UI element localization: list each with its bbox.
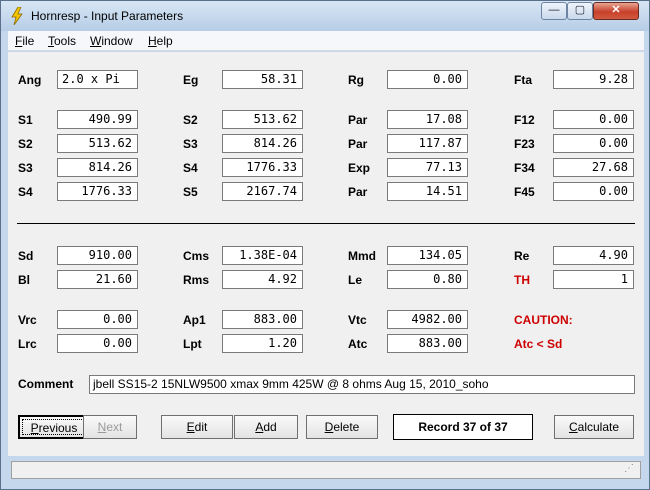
label-par1: Par	[348, 113, 368, 127]
input-parameters-panel: Ang 2.0 x Pi Eg 58.31 Rg 0.00 Fta 9.28 S…	[8, 52, 644, 479]
label-s3-seg3: S3	[18, 161, 33, 175]
label-s3: S3	[183, 137, 198, 151]
label-lpt: Lpt	[183, 337, 202, 351]
label-f34: F34	[514, 161, 535, 175]
edit-button[interactable]: Edit	[161, 415, 233, 439]
field-par1[interactable]: 17.08	[387, 110, 468, 129]
label-fta: Fta	[514, 73, 532, 87]
field-s2-seg2[interactable]: 513.62	[57, 134, 138, 153]
status-bar: ⋰	[11, 461, 641, 479]
app-window: Hornresp - Input Parameters — ▢ ✕ File T…	[0, 0, 650, 490]
label-ang: Ang	[18, 73, 42, 87]
delete-button[interactable]: Delete	[306, 415, 378, 439]
label-bl: Bl	[18, 273, 30, 287]
label-th: TH	[514, 273, 530, 287]
label-comment: Comment	[18, 377, 74, 391]
field-th[interactable]: 1	[553, 270, 634, 289]
label-f45: F45	[514, 185, 535, 199]
label-s1: S1	[18, 113, 33, 127]
label-ap1: Ap1	[183, 313, 206, 327]
field-par3[interactable]: 14.51	[387, 182, 468, 201]
label-rg: Rg	[348, 73, 364, 87]
field-bl[interactable]: 21.60	[57, 270, 138, 289]
field-f34[interactable]: 27.68	[553, 158, 634, 177]
label-exp: Exp	[348, 161, 371, 175]
menu-bar: File Tools Window Help	[8, 31, 644, 51]
field-s5[interactable]: 2167.74	[222, 182, 303, 201]
label-s2-seg2: S2	[18, 137, 33, 151]
label-atc: Atc	[348, 337, 368, 351]
field-f12[interactable]: 0.00	[553, 110, 634, 129]
label-s4: S4	[183, 161, 198, 175]
field-fta[interactable]: 9.28	[553, 70, 634, 89]
field-s2[interactable]: 513.62	[222, 110, 303, 129]
comment-field[interactable]: jbell SS15-2 15NLW9500 xmax 9mm 425W @ 8…	[89, 375, 635, 394]
window-title: Hornresp - Input Parameters	[31, 9, 184, 23]
field-lpt[interactable]: 1.20	[222, 334, 303, 353]
caution-message: Atc < Sd	[514, 337, 563, 351]
label-mmd: Mmd	[348, 249, 376, 263]
maximize-button[interactable]: ▢	[567, 2, 593, 20]
resize-grip-icon[interactable]: ⋰	[624, 463, 634, 474]
calculate-button[interactable]: Calculate	[554, 415, 634, 439]
minimize-button[interactable]: —	[541, 2, 567, 20]
field-mmd[interactable]: 134.05	[387, 246, 468, 265]
field-f45[interactable]: 0.00	[553, 182, 634, 201]
field-rms[interactable]: 4.92	[222, 270, 303, 289]
field-eg[interactable]: 58.31	[222, 70, 303, 89]
field-ap1[interactable]: 883.00	[222, 310, 303, 329]
label-vrc: Vrc	[18, 313, 37, 327]
field-s3-seg3[interactable]: 814.26	[57, 158, 138, 177]
record-indicator: Record 37 of 37	[393, 414, 533, 440]
label-f12: F12	[514, 113, 535, 127]
previous-button[interactable]: Previous	[18, 415, 90, 439]
field-ang[interactable]: 2.0 x Pi	[57, 70, 138, 89]
menu-help[interactable]: Help	[148, 34, 173, 48]
field-f23[interactable]: 0.00	[553, 134, 634, 153]
field-sd[interactable]: 910.00	[57, 246, 138, 265]
field-lrc[interactable]: 0.00	[57, 334, 138, 353]
label-par3: Par	[348, 185, 368, 199]
next-button[interactable]: Next	[83, 415, 137, 439]
label-re: Re	[514, 249, 530, 263]
section-divider	[17, 223, 635, 224]
menu-tools[interactable]: Tools	[48, 34, 76, 48]
field-exp[interactable]: 77.13	[387, 158, 468, 177]
field-s4-seg4[interactable]: 1776.33	[57, 182, 138, 201]
label-sd: Sd	[18, 249, 34, 263]
label-eg: Eg	[183, 73, 199, 87]
close-button[interactable]: ✕	[593, 2, 639, 20]
field-le[interactable]: 0.80	[387, 270, 468, 289]
label-s5: S5	[183, 185, 198, 199]
label-s4-seg4: S4	[18, 185, 33, 199]
label-f23: F23	[514, 137, 535, 151]
field-vrc[interactable]: 0.00	[57, 310, 138, 329]
field-s1[interactable]: 490.99	[57, 110, 138, 129]
field-s3[interactable]: 814.26	[222, 134, 303, 153]
lightning-icon	[11, 7, 23, 25]
field-atc[interactable]: 883.00	[387, 334, 468, 353]
menu-file[interactable]: File	[15, 34, 34, 48]
field-par2[interactable]: 117.87	[387, 134, 468, 153]
label-s2: S2	[183, 113, 198, 127]
label-par2: Par	[348, 137, 368, 151]
label-cms: Cms	[183, 249, 210, 263]
field-re[interactable]: 4.90	[553, 246, 634, 265]
caution-title: CAUTION:	[514, 313, 573, 327]
field-rg[interactable]: 0.00	[387, 70, 468, 89]
title-bar[interactable]: Hornresp - Input Parameters — ▢ ✕	[1, 1, 649, 31]
field-vtc[interactable]: 4982.00	[387, 310, 468, 329]
field-cms[interactable]: 1.38E-04	[222, 246, 303, 265]
label-rms: Rms	[183, 273, 210, 287]
label-lrc: Lrc	[18, 337, 37, 351]
menu-window[interactable]: Window	[90, 34, 133, 48]
label-vtc: Vtc	[348, 313, 367, 327]
field-s4[interactable]: 1776.33	[222, 158, 303, 177]
add-button[interactable]: Add	[234, 415, 298, 439]
label-le: Le	[348, 273, 363, 287]
